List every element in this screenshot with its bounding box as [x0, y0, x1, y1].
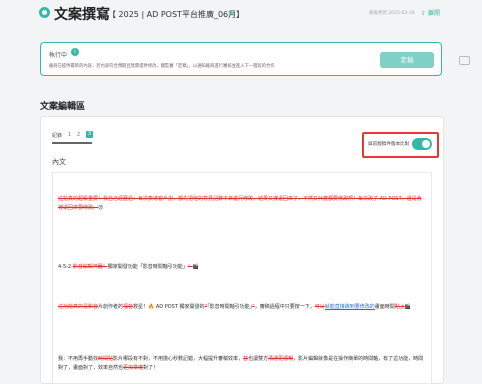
version-tab-3[interactable]: 3 [86, 131, 93, 138]
deleted-text: 點上 [394, 304, 405, 310]
deleted-text: 溝通更順暢 [268, 356, 294, 362]
deleted-text: 時間點 [98, 356, 114, 362]
emoji: 🎬 [404, 304, 412, 310]
app-logo [39, 7, 50, 18]
deleted-text: 更加準確 [123, 365, 144, 371]
paragraph-text: 救星！🔥 AD POST 獨家開發的 [133, 304, 205, 310]
content-area[interactable]: 這點真的超級重要！我自己經歷過：每次表達客戶說，都先把他的意見記錄下來進行修改，… [52, 172, 432, 384]
project-subtitle: 【 2025 | AD POST平台推廣_06月】 [108, 10, 245, 19]
page-title: 文案撰寫 [54, 7, 110, 23]
deleted-text: 可以 [314, 304, 325, 310]
paragraph-text: 對了！ [143, 365, 159, 371]
status-description: 廠商已提供最新的內容，若內容符合預期且無需提供修改，總監審「定稿」，以通知廠商進… [49, 64, 275, 69]
paragraph-text: 「影音時間軸引功能」 [207, 304, 253, 310]
edit-icon[interactable]: ✎ [228, 9, 235, 18]
paragraph-text: 也讓雙方 [248, 356, 269, 362]
emoji: 🎬 [192, 264, 200, 270]
paragraph-prefix: 4-5-2. [58, 264, 73, 270]
paragraph-text: 片創作者的 [98, 304, 124, 310]
paragraph-3: 這功能真的是影音片創作者的福音救星！🔥 AD POST 獨家開發的“「影音時間軸… [58, 303, 426, 312]
record-underline [52, 142, 92, 144]
last-updated: 最後更新 2025-03-18 [369, 11, 415, 16]
header: 文案撰寫 【 2025 | AD POST平台推廣_06月】 ✎ 最後更新 20… [0, 0, 482, 34]
paragraph-text: 我：不用再手動找 [58, 356, 99, 362]
page: 文案撰寫 【 2025 | AD POST平台推廣_06月】 ✎ 最後更新 20… [0, 0, 482, 384]
paragraph-text: 獨家開發功能「影音時間軸引功能」 [107, 264, 188, 270]
deleted-text: 影音編輯神器！ [72, 264, 108, 270]
chat-icon[interactable] [459, 56, 470, 65]
version-tab-1[interactable]: 1 [68, 132, 71, 138]
added-text: 就能直接跳到要修改的 [324, 304, 375, 310]
paragraph-4: 我：不用再手動找時間點影片哪段有不對，不用擔心秒數記錯，大幅提升審稿效率，替也讓… [58, 355, 426, 373]
paragraph-text: 畫面時間 [374, 304, 395, 310]
deleted-text: 福音 [123, 304, 134, 310]
leave-button[interactable]: ⇪ 離開 [421, 8, 440, 17]
deleted-text: 這功能真的是影音 [58, 304, 99, 310]
emoji: 😣 [98, 205, 104, 211]
status-card: 執行中 i 廠商已提供最新的內容，若內容符合預期且無需提供修改，總監審「定稿」，… [40, 42, 442, 76]
exit-icon: ⇪ [421, 10, 427, 17]
finalize-button[interactable]: 定稿 [380, 52, 434, 68]
section-title: 文案編輯區 [40, 102, 86, 112]
compare-toggle-switch[interactable] [412, 138, 432, 150]
paragraph-text: ，審稿過程中只要按一下， [254, 304, 315, 310]
compare-toggle-box: 與前版稿件版本比對 [362, 132, 439, 158]
version-tab-2[interactable]: 2 [77, 132, 80, 138]
paragraph-2: 4-5-2.影音編輯神器！獨家開發功能「影音時間軸引功能」！🎬 [58, 263, 426, 272]
editor-panel: 紀錄 1 2 3 與前版稿件版本比對 內文 這點真的超級重要！我自己經歷過：每次… [40, 116, 444, 384]
leave-label: 離開 [427, 10, 440, 17]
status-label: 執行中 [49, 52, 68, 59]
paragraph-1: 這點真的超級重要！我自己經歷過：每次表達客戶說，都先把他的意見記錄下來進行修改，… [58, 195, 426, 213]
body-label: 內文 [52, 158, 66, 166]
record-label: 紀錄 [52, 133, 63, 139]
compare-label: 與前版稿件版本比對 [368, 142, 410, 147]
paragraph-text: 影片哪段有不對，不用擔心秒數記錯，大幅提升審稿效率， [113, 356, 244, 362]
info-icon: i [71, 48, 79, 56]
deleted-text: 這點真的超級重要！我自己經歷過：每次表達客戶說，都先把他的意見記錄下來進行修改，… [58, 196, 422, 211]
